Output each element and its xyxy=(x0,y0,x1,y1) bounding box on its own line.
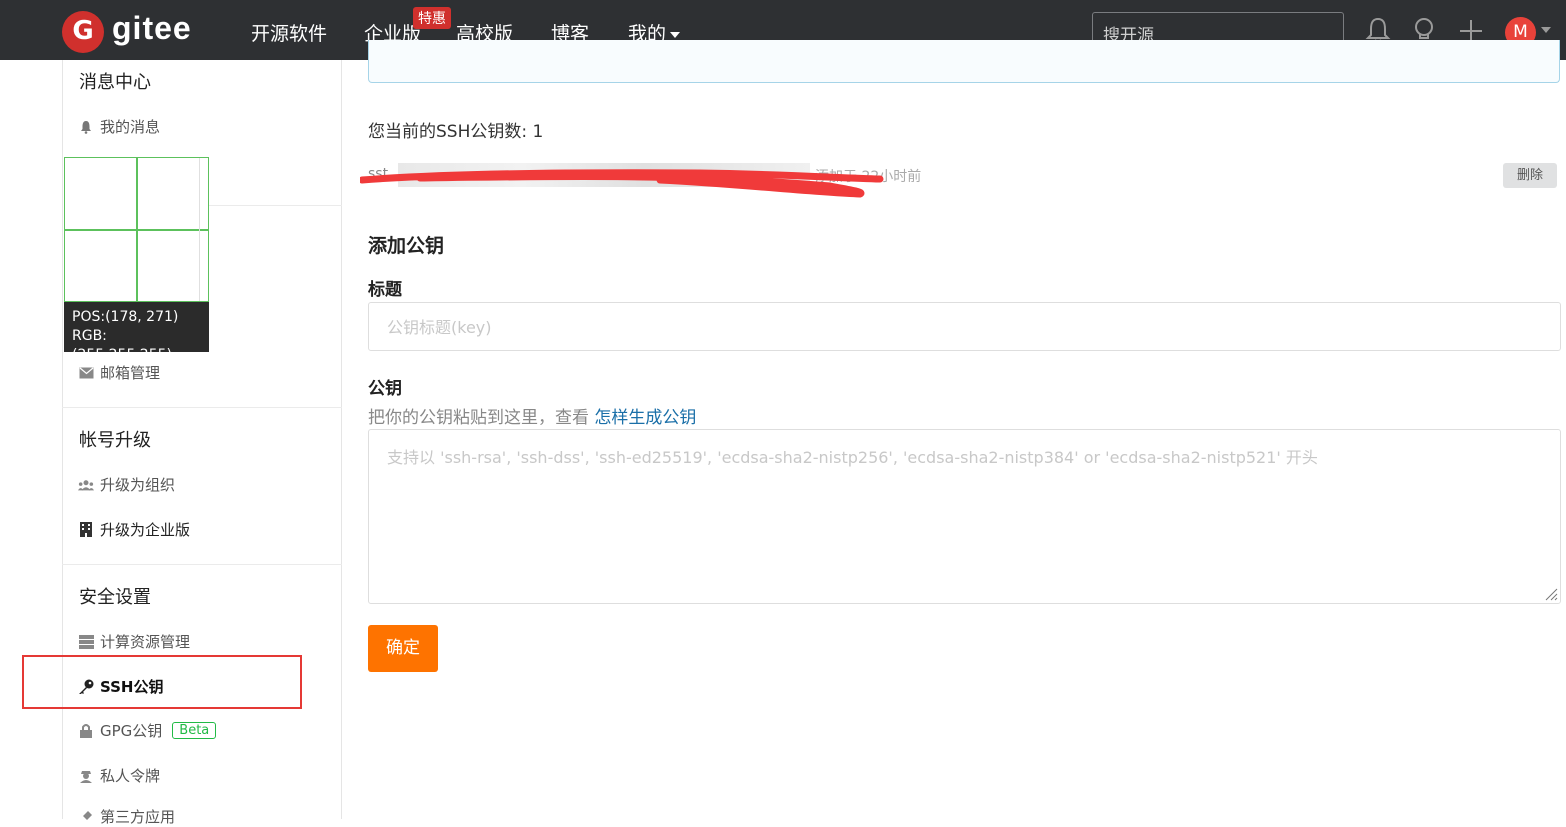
title-field-label: 标题 xyxy=(368,280,402,300)
pos-label: POS: xyxy=(72,309,106,325)
info-message-box xyxy=(368,40,1560,83)
sidebar-item-upgrade-enterprise[interactable]: 升级为企业版 xyxy=(78,519,190,540)
divider xyxy=(209,205,342,206)
pos-value: (178, 271) xyxy=(105,309,179,325)
confirm-button[interactable]: 确定 xyxy=(368,625,438,672)
delete-key-button[interactable]: 删除 xyxy=(1503,163,1557,188)
bell-icon xyxy=(78,119,94,135)
rgb-value: (255,255,255) xyxy=(72,347,172,363)
envelope-icon xyxy=(78,365,94,381)
pos-readout: POS:(178, 271) xyxy=(72,308,201,327)
sidebar-item-upgrade-org[interactable]: 升级为组织 xyxy=(78,474,175,495)
users-icon xyxy=(78,477,94,493)
sidebar-item-label: 私人令牌 xyxy=(100,767,161,785)
sidebar-item-label: GPG公钥 xyxy=(100,722,163,740)
chevron-down-icon xyxy=(670,31,681,38)
resize-grip-icon[interactable] xyxy=(1542,585,1558,601)
rgb-label: RGB: xyxy=(72,328,107,344)
lock-icon xyxy=(78,723,94,739)
hot-badge: 特惠 xyxy=(413,7,451,29)
user-secret-icon xyxy=(78,768,94,784)
sidebar-item-gpg-keys[interactable]: GPG公钥 Beta xyxy=(78,720,217,741)
sidebar-item-label: 我的消息 xyxy=(100,118,161,136)
nav-open-source[interactable]: 开源软件 xyxy=(251,19,327,46)
sidebar-item-compute-resources[interactable]: 计算资源管理 xyxy=(78,631,190,652)
pubkey-field-label: 公钥 xyxy=(368,379,402,399)
pubkey-hint-text: 把你的公钥粘贴到这里，查看 xyxy=(368,408,589,428)
sidebar-item-my-messages[interactable]: 我的消息 xyxy=(78,116,160,137)
divider xyxy=(62,564,342,565)
section-header-messages: 消息中心 xyxy=(79,72,151,93)
server-icon xyxy=(78,634,94,650)
section-header-security: 安全设置 xyxy=(79,587,151,608)
brand-name[interactable]: gitee xyxy=(112,10,192,47)
pubkey-hint: 把你的公钥粘贴到这里，查看 怎样生成公钥 xyxy=(368,403,696,428)
ssh-key-count: 您当前的SSH公钥数: 1 xyxy=(368,122,544,142)
sidebar-item-third-party-apps[interactable]: 第三方应用 xyxy=(78,806,175,827)
sidebar-item-email[interactable]: 邮箱管理 xyxy=(78,362,160,383)
beta-badge: Beta xyxy=(172,722,217,739)
building-icon xyxy=(78,522,94,538)
sidebar-item-label: 升级为组织 xyxy=(100,476,176,494)
gitee-logo[interactable]: G xyxy=(62,11,104,53)
magnifier-edge-line xyxy=(199,158,200,301)
section-header-upgrade: 帐号升级 xyxy=(79,430,151,451)
sidebar-item-label: 邮箱管理 xyxy=(100,364,161,382)
pubkey-placeholder: 支持以 'ssh-rsa', 'ssh-dss', 'ssh-ed25519',… xyxy=(387,448,1318,467)
sidebar-item-label: 计算资源管理 xyxy=(100,633,191,651)
color-picker-magnifier xyxy=(64,157,209,302)
key-title-input[interactable]: 公钥标题(key) xyxy=(368,302,1561,351)
pubkey-textarea[interactable]: 支持以 'ssh-rsa', 'ssh-dss', 'ssh-ed25519',… xyxy=(368,429,1561,604)
add-key-title: 添加公钥 xyxy=(368,235,445,257)
color-picker-info: POS:(178, 271) RGB: (255,255,255) xyxy=(64,302,209,363)
divider xyxy=(62,407,342,408)
sidebar-item-personal-tokens[interactable]: 私人令牌 xyxy=(78,765,160,786)
avatar-chevron-down-icon[interactable] xyxy=(1541,27,1551,33)
sidebar-item-label: 第三方应用 xyxy=(100,808,176,826)
how-to-generate-link[interactable]: 怎样生成公钥 xyxy=(594,408,696,428)
crosshair-horizontal xyxy=(65,229,208,231)
logo-letter: G xyxy=(72,16,94,46)
plug-icon xyxy=(78,809,94,825)
redaction-scribble xyxy=(360,169,884,198)
sidebar-item-label: 升级为企业版 xyxy=(100,521,191,539)
highlight-box xyxy=(22,655,302,709)
rgb-readout: RGB: (255,255,255) xyxy=(72,327,201,365)
